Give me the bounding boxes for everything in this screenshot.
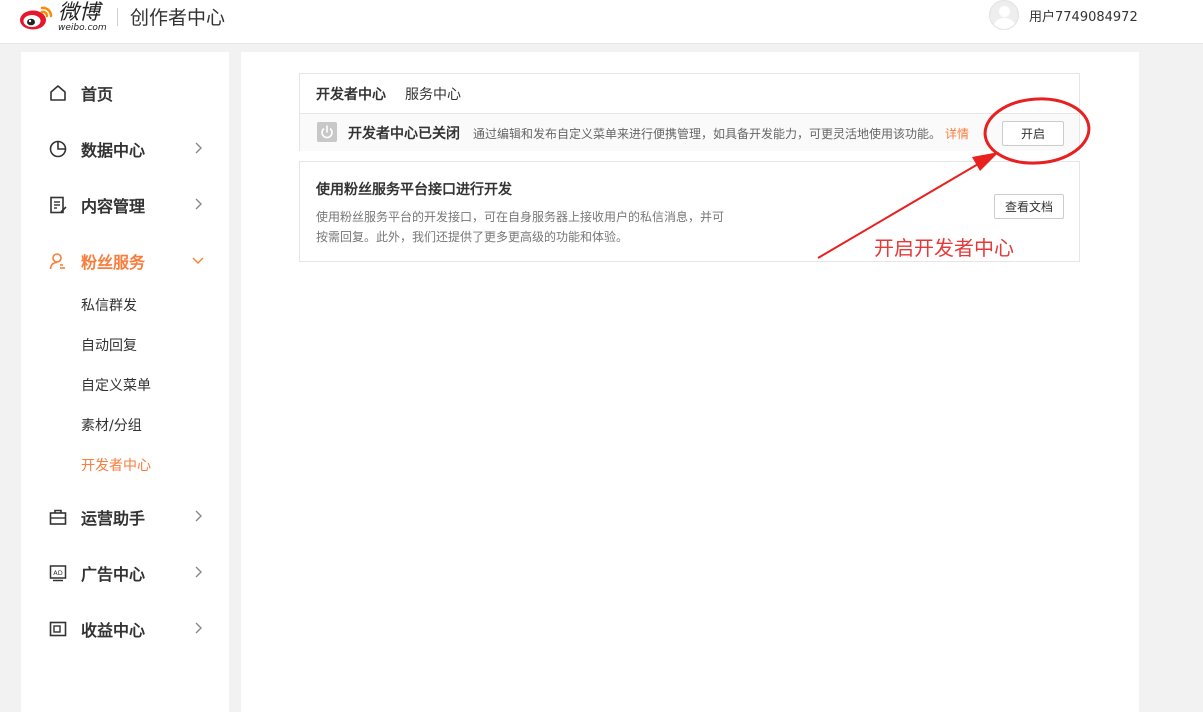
pie-chart-icon xyxy=(49,140,67,158)
header-divider xyxy=(117,8,118,26)
chevron-right-icon xyxy=(195,198,202,210)
developer-status-row: 开发者中心已关闭 通过编辑和发布自定义菜单来进行便携管理，如具备开发能力，可更灵… xyxy=(300,114,1079,151)
svg-text:AD: AD xyxy=(53,569,62,577)
sidebar-item-label: 数据中心 xyxy=(81,141,146,160)
weibo-logo[interactable]: 微博 weibo.com xyxy=(18,0,107,34)
sidebar-item-label: 收益中心 xyxy=(81,621,146,640)
chevron-right-icon xyxy=(195,566,202,578)
sidebar-item-content[interactable]: 内容管理 xyxy=(21,190,229,220)
sidebar-item-fan-service[interactable]: 粉丝服务 xyxy=(21,246,229,276)
user-menu[interactable]: 用户7749084972 xyxy=(989,0,1138,30)
sidebar-subitem-materials[interactable]: 素材/分组 xyxy=(81,415,142,435)
top-bar: 微博 weibo.com 创作者中心 用户7749084972 xyxy=(0,0,1203,44)
power-icon xyxy=(317,122,337,142)
sidebar-subitem-developer-center[interactable]: 开发者中心 xyxy=(81,455,151,475)
ad-icon: AD xyxy=(49,565,67,582)
sidebar-item-label: 首页 xyxy=(81,85,114,104)
tab-service-center[interactable]: 服务中心 xyxy=(405,84,461,104)
chevron-down-icon xyxy=(192,257,204,264)
api-development-card: 使用粉丝服务平台接口进行开发 使用粉丝服务平台的开发接口，可在自身服务器上接收用… xyxy=(299,161,1080,262)
wallet-icon xyxy=(49,621,67,637)
api-card-description: 使用粉丝服务平台的开发接口，可在自身服务器上接收用户的私信消息，并可 按需回复。… xyxy=(316,207,736,247)
home-icon xyxy=(50,85,66,101)
api-card-title: 使用粉丝服务平台接口进行开发 xyxy=(316,182,512,198)
sidebar: 首页 数据中心 内容管理 粉丝服务 私信群发 自动回复 自定义菜单 素材/分组 … xyxy=(21,52,229,712)
sidebar-item-label: 运营助手 xyxy=(81,509,146,528)
chevron-right-icon xyxy=(195,142,202,154)
developer-center-card: 开发者中心 服务中心 开发者中心已关闭 通过编辑和发布自定义菜单来进行便携管理，… xyxy=(299,73,1080,151)
sidebar-item-data-center[interactable]: 数据中心 xyxy=(21,134,229,164)
sidebar-subitem-mass-message[interactable]: 私信群发 xyxy=(81,295,137,315)
sidebar-item-label: 粉丝服务 xyxy=(81,253,146,272)
logo-domain: weibo.com xyxy=(58,22,107,33)
developer-status-description: 通过编辑和发布自定义菜单来进行便携管理，如具备开发能力，可更灵活地使用该功能。 xyxy=(473,127,942,141)
api-card-description-line: 使用粉丝服务平台的开发接口，可在自身服务器上接收用户的私信消息，并可 xyxy=(316,210,725,224)
user-name[interactable]: 用户7749084972 xyxy=(1029,6,1138,25)
user-icon xyxy=(49,253,65,270)
app-title: 创作者中心 xyxy=(130,7,226,29)
sidebar-subitem-custom-menu[interactable]: 自定义菜单 xyxy=(81,375,151,395)
tab-bar: 开发者中心 服务中心 xyxy=(300,74,1079,114)
logo-text: 微博 xyxy=(58,0,100,24)
avatar[interactable] xyxy=(989,0,1019,30)
enable-button[interactable]: 开启 xyxy=(1002,121,1064,146)
sidebar-item-ads[interactable]: AD 广告中心 xyxy=(21,558,229,588)
sidebar-subitem-auto-reply[interactable]: 自动回复 xyxy=(81,335,137,355)
document-edit-icon xyxy=(50,196,67,214)
briefcase-icon xyxy=(49,509,67,525)
view-docs-button[interactable]: 查看文档 xyxy=(994,194,1064,219)
tab-developer-center[interactable]: 开发者中心 xyxy=(316,84,386,104)
details-link[interactable]: 详情 xyxy=(945,125,969,142)
sidebar-item-operations[interactable]: 运营助手 xyxy=(21,502,229,532)
main-panel: 开发者中心 服务中心 开发者中心已关闭 通过编辑和发布自定义菜单来进行便携管理，… xyxy=(241,52,1139,712)
sidebar-item-label: 广告中心 xyxy=(81,565,146,584)
chevron-right-icon xyxy=(195,510,202,522)
weibo-logo-icon xyxy=(20,6,53,30)
developer-status-title: 开发者中心已关闭 xyxy=(348,126,460,142)
sidebar-item-home[interactable]: 首页 xyxy=(21,78,229,108)
sidebar-item-income[interactable]: 收益中心 xyxy=(21,614,229,644)
api-card-description-line: 按需回复。此外，我们还提供了更多更高级的功能和体验。 xyxy=(316,230,629,244)
chevron-right-icon xyxy=(195,622,202,634)
sidebar-item-label: 内容管理 xyxy=(81,197,146,216)
